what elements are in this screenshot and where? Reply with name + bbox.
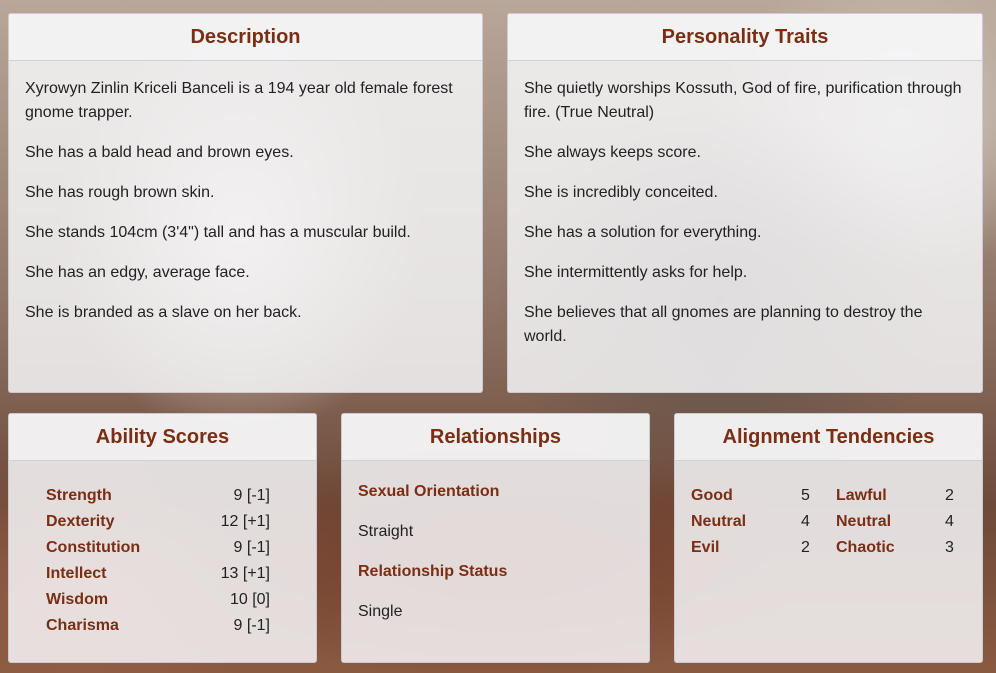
- alignment-ethic-value: 2: [945, 487, 954, 504]
- ability-value: 10 [0]: [229, 591, 270, 608]
- ability-scores-panel: Ability Scores Strength 9 [-1] Dexterity…: [8, 413, 317, 663]
- alignment-moral-value: 2: [801, 539, 810, 556]
- ability-row-intellect: Intellect 13 [+1]: [9, 561, 316, 587]
- alignment-ethic-value: 3: [945, 539, 954, 556]
- description-title: Description: [9, 14, 482, 61]
- ability-row-charisma: Charisma 9 [-1]: [9, 613, 316, 639]
- description-line: She has an edgy, average face.: [25, 264, 250, 281]
- description-line: She is branded as a slave on her back.: [25, 304, 302, 321]
- relationship-status-label: Relationship Status: [358, 563, 508, 580]
- alignment-row: Neutral 4 Neutral 4: [675, 509, 982, 535]
- personality-line: She always keeps score.: [524, 144, 701, 161]
- personality-line: She is incredibly conceited.: [524, 184, 718, 201]
- alignment-panel: Alignment Tendencies Good 5 Lawful 2 Neu…: [674, 413, 983, 663]
- ability-name: Intellect: [46, 565, 107, 582]
- sexual-orientation-value: Straight: [358, 523, 414, 540]
- ability-name: Charisma: [46, 617, 119, 634]
- relationships-body: Sexual Orientation Straight Relationship…: [342, 461, 649, 623]
- description-line: She has rough brown skin.: [25, 184, 215, 201]
- description-body: Xyrowyn Zinlin Kriceli Banceli is a 194 …: [9, 61, 482, 325]
- ability-scores-title: Ability Scores: [9, 414, 316, 461]
- description-panel: Description Xyrowyn Zinlin Kriceli Bance…: [8, 13, 483, 393]
- alignment-row: Evil 2 Chaotic 3: [675, 535, 982, 561]
- alignment-ethic-label: Neutral: [836, 513, 892, 530]
- ability-name: Constitution: [46, 539, 141, 556]
- relationships-title: Relationships: [342, 414, 649, 461]
- personality-line: She has a solution for everything.: [524, 224, 762, 241]
- ability-row-constitution: Constitution 9 [-1]: [9, 535, 316, 561]
- alignment-table: Good 5 Lawful 2 Neutral 4 Neutral 4 Evil…: [675, 461, 982, 561]
- alignment-title: Alignment Tendencies: [675, 414, 982, 461]
- alignment-moral-value: 4: [801, 513, 810, 530]
- sexual-orientation-label: Sexual Orientation: [358, 483, 500, 500]
- alignment-moral-label: Evil: [691, 539, 720, 556]
- ability-value: 13 [+1]: [220, 565, 270, 582]
- relationships-panel: Relationships Sexual Orientation Straigh…: [341, 413, 650, 663]
- personality-line: She intermittently asks for help.: [524, 264, 748, 281]
- personality-body: She quietly worships Kossuth, God of fir…: [508, 61, 982, 349]
- personality-line: She believes that all gnomes are plannin…: [524, 304, 923, 345]
- alignment-ethic-value: 4: [945, 513, 954, 530]
- alignment-row: Good 5 Lawful 2: [675, 483, 982, 509]
- alignment-moral-label: Good: [691, 487, 733, 504]
- relationship-status-value: Single: [358, 603, 403, 620]
- ability-value: 12 [+1]: [220, 513, 270, 530]
- personality-title: Personality Traits: [508, 14, 982, 61]
- alignment-moral-value: 5: [801, 487, 810, 504]
- ability-value: 9 [-1]: [233, 487, 270, 504]
- ability-value: 9 [-1]: [233, 539, 270, 556]
- ability-name: Strength: [46, 487, 112, 504]
- alignment-moral-label: Neutral: [691, 513, 747, 530]
- ability-scores-table: Strength 9 [-1] Dexterity 12 [+1] Consti…: [9, 461, 316, 639]
- ability-row-wisdom: Wisdom 10 [0]: [9, 587, 316, 613]
- alignment-ethic-label: Lawful: [836, 487, 887, 504]
- description-line: She has a bald head and brown eyes.: [25, 144, 294, 161]
- description-line: She stands 104cm (3'4") tall and has a m…: [25, 224, 411, 241]
- alignment-ethic-label: Chaotic: [836, 539, 895, 556]
- personality-panel: Personality Traits She quietly worships …: [507, 13, 983, 393]
- ability-row-dexterity: Dexterity 12 [+1]: [9, 509, 316, 535]
- description-line: Xyrowyn Zinlin Kriceli Banceli is a 194 …: [25, 80, 453, 121]
- ability-value: 9 [-1]: [233, 617, 270, 634]
- ability-name: Wisdom: [46, 591, 109, 608]
- personality-line: She quietly worships Kossuth, God of fir…: [524, 80, 962, 121]
- ability-name: Dexterity: [46, 513, 115, 530]
- ability-row-strength: Strength 9 [-1]: [9, 483, 316, 509]
